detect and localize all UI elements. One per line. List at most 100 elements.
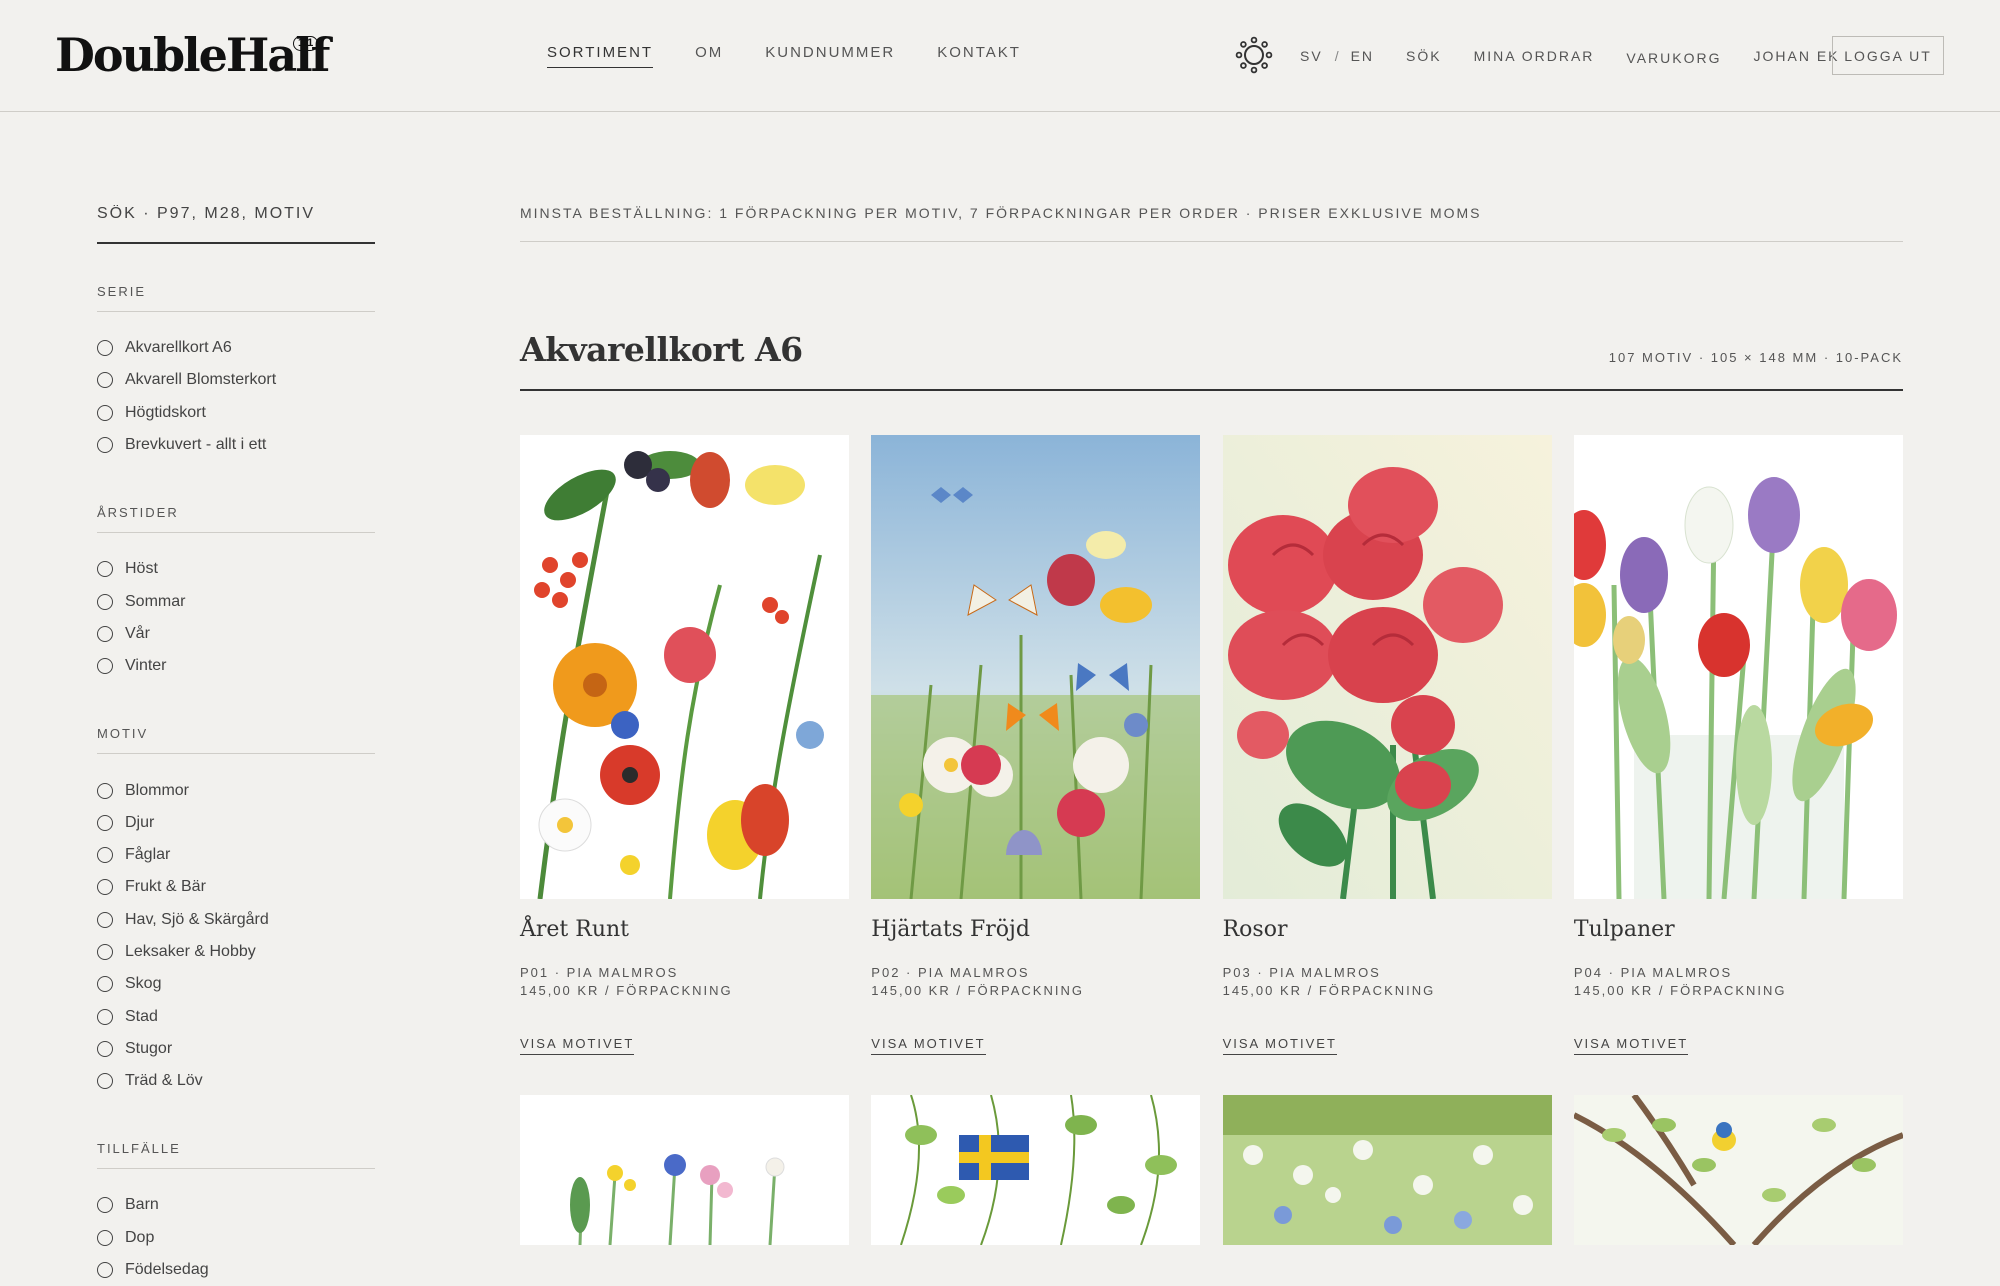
radio-button[interactable]	[97, 340, 113, 357]
filter-option[interactable]: Akvarellkort A6	[97, 332, 375, 364]
radio-button[interactable]	[97, 911, 113, 928]
logout-button[interactable]: LOGGA UT	[1832, 36, 1944, 75]
filter-option[interactable]: Sommar	[97, 585, 375, 617]
filter-option[interactable]: Stad	[97, 1000, 375, 1032]
radio-button[interactable]	[97, 847, 113, 864]
product-title[interactable]: Året Runt	[520, 917, 849, 942]
filter-group-title: SERIE	[97, 284, 375, 312]
filter-option[interactable]: Skog	[97, 968, 375, 1000]
filter-option[interactable]: Brevkuvert - allt i ett	[97, 429, 375, 461]
product-code: P03 · PIA MALMROS	[1222, 965, 1381, 980]
product-card[interactable]: Året Runt P01 · PIA MALMROS 145,00 KR / …	[520, 435, 849, 1055]
product-card[interactable]: Rosor P03 · PIA MALMROS 145,00 KR / FÖRP…	[1222, 435, 1552, 1055]
product-card[interactable]	[871, 1095, 1201, 1245]
nav-sortiment[interactable]: SORTIMENT	[547, 44, 654, 68]
logo[interactable]: DoubleHalf	[55, 28, 330, 82]
section-meta: 107 MOTIV · 105 × 148 MM · 10-PACK	[1608, 350, 1903, 365]
cart-link[interactable]: VARUKORG	[1626, 50, 1721, 66]
filter-option[interactable]: Blommor	[97, 774, 375, 806]
product-card[interactable]: Hjärtats Fröjd P02 · PIA MALMROS 145,00 …	[871, 435, 1201, 1055]
product-image[interactable]	[871, 1095, 1201, 1245]
filter-option-label: Djur	[125, 813, 155, 831]
filter-option-label: Högtidskort	[125, 403, 206, 421]
theme-toggle-icon[interactable]	[1235, 36, 1273, 74]
filter-option[interactable]: Födelsedag	[97, 1254, 375, 1286]
product-price: 145,00 KR / FÖRPACKNING	[520, 983, 733, 998]
radio-button[interactable]	[97, 625, 113, 642]
filter-option[interactable]: Fåglar	[97, 839, 375, 871]
lang-en[interactable]: EN	[1351, 48, 1374, 64]
view-motif-link[interactable]: VISA MOTIVET	[1222, 1036, 1337, 1055]
product-image[interactable]	[520, 1095, 849, 1245]
product-image[interactable]	[1573, 1095, 1903, 1245]
radio-button[interactable]	[97, 404, 113, 421]
filter-option-label: Födelsedag	[125, 1261, 209, 1279]
product-card[interactable]	[1573, 1095, 1903, 1245]
radio-button[interactable]	[97, 372, 113, 389]
lang-sv[interactable]: SV	[1300, 48, 1323, 64]
view-motif-link[interactable]: VISA MOTIVET	[1573, 1036, 1689, 1055]
product-image[interactable]	[871, 435, 1201, 899]
radio-button[interactable]	[97, 814, 113, 831]
search-input[interactable]	[97, 200, 375, 244]
filter-option-label: Fåglar	[125, 846, 171, 864]
filter-option[interactable]: Djur	[97, 807, 375, 839]
nav-kundnummer[interactable]: KUNDNUMMER	[765, 44, 895, 68]
product-title[interactable]: Rosor	[1223, 917, 1552, 942]
search-link[interactable]: SÖK	[1406, 48, 1442, 64]
filter-group-serie: SERIE Akvarellkort A6 Akvarell Blomsterk…	[97, 284, 375, 461]
product-image[interactable]	[1222, 435, 1552, 899]
nav-om[interactable]: OM	[695, 44, 723, 68]
radio-button[interactable]	[97, 944, 113, 960]
radio-button[interactable]	[97, 976, 113, 993]
product-title[interactable]: Hjärtats Fröjd	[871, 917, 1200, 942]
filter-option[interactable]: Höst	[97, 553, 375, 585]
filter-option[interactable]: Frukt & Bär	[97, 871, 375, 903]
filter-group-motiv: MOTIV Blommor Djur Fåglar Frukt & Bär Ha…	[97, 726, 375, 1097]
radio-button[interactable]	[97, 1008, 113, 1025]
filter-sidebar: SERIE Akvarellkort A6 Akvarell Blomsterk…	[97, 200, 375, 1286]
filter-option[interactable]: Dop	[97, 1222, 375, 1254]
product-title[interactable]: Tulpaner	[1574, 917, 1903, 942]
my-orders-link[interactable]: MINA ORDRAR	[1474, 48, 1595, 64]
product-image[interactable]	[1573, 435, 1903, 899]
nav-kontakt[interactable]: KONTAKT	[937, 44, 1021, 68]
filter-option-label: Vår	[125, 624, 150, 642]
radio-button[interactable]	[97, 437, 113, 454]
radio-button[interactable]	[97, 593, 113, 610]
product-meta: P01 · PIA MALMROS 145,00 KR / FÖRPACKNIN…	[520, 964, 849, 1000]
radio-button[interactable]	[97, 1229, 113, 1246]
user-link[interactable]: JOHAN EK	[1754, 48, 1840, 64]
view-motif-link[interactable]: VISA MOTIVET	[520, 1036, 635, 1055]
product-grid: Året Runt P01 · PIA MALMROS 145,00 KR / …	[520, 435, 1903, 1245]
filter-option[interactable]: Träd & Löv	[97, 1065, 375, 1097]
product-image[interactable]	[520, 435, 849, 899]
filter-option[interactable]: Stugor	[97, 1033, 375, 1065]
filter-option[interactable]: Hav, Sjö & Skärgård	[97, 904, 375, 936]
filter-option[interactable]: Barn	[97, 1189, 375, 1221]
filter-option-label: Akvarell Blomsterkort	[125, 371, 277, 389]
lang-separator: /	[1334, 48, 1339, 64]
filter-option[interactable]: Akvarell Blomsterkort	[97, 364, 375, 396]
filter-option[interactable]: Vinter	[97, 650, 375, 682]
radio-button[interactable]	[97, 879, 113, 896]
filter-option[interactable]: Vår	[97, 618, 375, 650]
product-card[interactable]	[520, 1095, 849, 1245]
radio-button[interactable]	[97, 561, 113, 578]
radio-button[interactable]	[97, 1262, 113, 1279]
site-header: DoubleHalf 1/1 SORTIMENT OM KUNDNUMMER K…	[0, 0, 2000, 112]
radio-button[interactable]	[97, 782, 113, 799]
view-motif-link[interactable]: VISA MOTIVET	[871, 1036, 986, 1055]
radio-button[interactable]	[97, 658, 113, 675]
product-image[interactable]	[1222, 1095, 1552, 1245]
radio-button[interactable]	[97, 1197, 113, 1214]
product-card[interactable]	[1222, 1095, 1552, 1245]
section-header: Akvarellkort A6 107 MOTIV · 105 × 148 MM…	[520, 330, 1903, 391]
radio-button[interactable]	[97, 1040, 113, 1057]
filter-option[interactable]: Leksaker & Hobby	[97, 936, 375, 968]
product-price: 145,00 KR / FÖRPACKNING	[1573, 983, 1787, 998]
filter-option[interactable]: Högtidskort	[97, 397, 375, 429]
radio-button[interactable]	[97, 1073, 113, 1090]
filter-option-label: Stad	[125, 1007, 158, 1025]
product-card[interactable]: Tulpaner P04 · PIA MALMROS 145,00 KR / F…	[1573, 435, 1903, 1055]
